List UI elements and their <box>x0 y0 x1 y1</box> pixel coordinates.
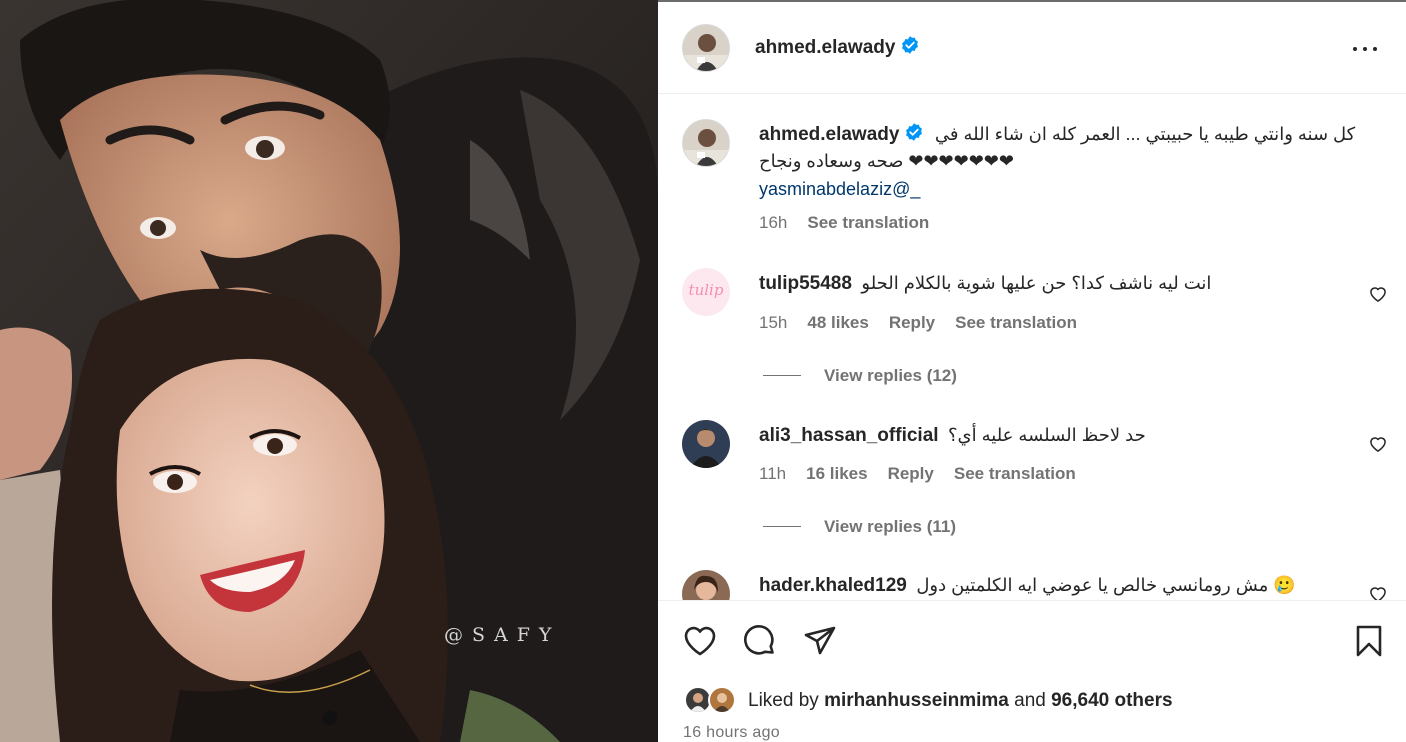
more-options-button[interactable] <box>1350 37 1380 61</box>
view-replies-label: View replies (12) <box>824 366 957 385</box>
comment-username[interactable]: ali3_hassan_official <box>759 425 939 446</box>
view-replies-button[interactable]: View replies (11) <box>763 517 956 537</box>
comment-reply-button[interactable]: Reply <box>888 464 934 483</box>
liked-by-joiner: and <box>1014 690 1046 711</box>
comment-like-heart-icon[interactable] <box>1368 284 1388 304</box>
liked-by-prefix: Liked by <box>748 690 819 711</box>
caption-line-1: ahmed.elawady كل سنه وانتي طيبه يا حبيبت… <box>759 122 1355 146</box>
liked-by-avatars <box>684 685 744 715</box>
caption-see-translation-button[interactable]: See translation <box>807 213 929 232</box>
comment-like-heart-icon[interactable] <box>1368 584 1388 600</box>
comment-likes-count[interactable]: 48 likes <box>807 313 868 332</box>
comment-text: مش رومانسي خالص يا عوضي ايه الكلمتين دول… <box>916 575 1296 595</box>
view-replies-button[interactable]: View replies (12) <box>763 366 957 386</box>
liked-by-user-link[interactable]: mirhanhusseinmima <box>824 690 1009 711</box>
caption-username[interactable]: ahmed.elawady <box>759 124 899 145</box>
post-actions: Liked by mirhanhusseinmima and 96,640 ot… <box>658 600 1406 742</box>
replies-divider <box>763 375 801 376</box>
liker-avatar[interactable] <box>708 686 736 714</box>
comment-icon[interactable] <box>740 621 780 661</box>
comment-meta: 11h 16 likes Reply See translation <box>759 464 1096 484</box>
comment-likes-count[interactable]: 16 likes <box>806 464 867 483</box>
post-header: ahmed.elawady <box>658 2 1406 94</box>
verified-badge-icon <box>906 123 923 141</box>
heart-icon[interactable] <box>680 621 720 661</box>
caption-text-line-2: صحه وسعاده ونجاح ❤❤❤❤❤❤❤ <box>759 151 1014 171</box>
likes-text: Liked by mirhanhusseinmima and 96,640 ot… <box>748 690 1173 712</box>
comments-list[interactable]: ahmed.elawady كل سنه وانتي طيبه يا حبيبت… <box>658 95 1406 600</box>
post-details-panel: ahmed.elawady ahmed.elawady كل سنه وانتي… <box>658 0 1406 742</box>
comment-reply-button[interactable]: Reply <box>889 313 935 332</box>
replies-divider <box>763 526 801 527</box>
comment-body: ali3_hassan_official حد لاحظ السلسه عليه… <box>759 425 1146 447</box>
caption-meta: 16h See translation <box>759 213 949 233</box>
bookmark-icon[interactable] <box>1349 621 1389 661</box>
author-username[interactable]: ahmed.elawady <box>755 37 895 58</box>
comment-text: حد لاحظ السلسه عليه أي؟ <box>948 425 1146 445</box>
view-replies-label: View replies (11) <box>824 517 956 536</box>
verified-badge-icon <box>902 36 919 54</box>
comment-body: hader.khaled129 مش رومانسي خالص يا عوضي … <box>759 575 1296 597</box>
author-username-link[interactable]: ahmed.elawady <box>755 35 920 59</box>
comment-avatar[interactable]: tulip <box>682 268 730 316</box>
post-photo[interactable]: @SAFY <box>0 0 658 742</box>
comment-meta: 15h 48 likes Reply See translation <box>759 313 1097 333</box>
comment-time[interactable]: 15h <box>759 313 787 332</box>
paper-plane-icon[interactable] <box>800 621 840 661</box>
comment-avatar[interactable] <box>682 570 730 600</box>
caption-text-line-1: كل سنه وانتي طيبه يا حبيبتي ... العمر كل… <box>934 124 1356 144</box>
comment-username[interactable]: hader.khaled129 <box>759 575 907 596</box>
comment-text: انت ليه ناشف كدا؟ حن عليها شوية بالكلام … <box>861 273 1212 293</box>
caption-time[interactable]: 16h <box>759 213 787 232</box>
comment-time[interactable]: 11h <box>759 464 786 483</box>
comment-body: tulip55488 انت ليه ناشف كدا؟ حن عليها شو… <box>759 273 1211 295</box>
author-avatar[interactable] <box>682 24 730 72</box>
photo-watermark: @SAFY <box>444 624 561 646</box>
more-horizontal-icon <box>1353 47 1357 51</box>
comment-username[interactable]: tulip55488 <box>759 273 852 294</box>
comment-avatar-text: tulip <box>688 281 724 299</box>
comment-avatar[interactable] <box>682 420 730 468</box>
comment-see-translation-button[interactable]: See translation <box>955 313 1077 332</box>
caption-mention-link[interactable]: yasminabdelaziz@_ <box>759 179 920 200</box>
caption-author-avatar[interactable] <box>682 119 730 167</box>
liked-by-others-link[interactable]: 96,640 others <box>1051 690 1172 711</box>
post-timestamp[interactable]: 16 hours ago <box>683 724 780 742</box>
comment-see-translation-button[interactable]: See translation <box>954 464 1076 483</box>
more-horizontal-icon <box>1363 47 1367 51</box>
more-horizontal-icon <box>1373 47 1377 51</box>
comment-like-heart-icon[interactable] <box>1368 434 1388 454</box>
